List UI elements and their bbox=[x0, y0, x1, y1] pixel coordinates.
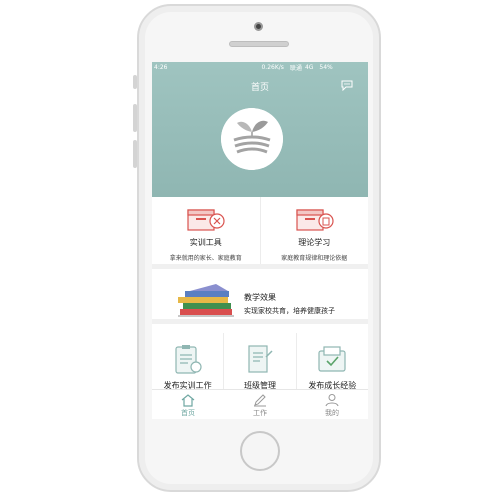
status-time: 4:26 bbox=[154, 63, 168, 71]
volume-up-button bbox=[133, 104, 137, 132]
status-speed: 0.26K/s bbox=[261, 63, 284, 71]
tool-label: 发布实训工作 bbox=[163, 381, 212, 389]
card-theory-study[interactable]: 理论学习 家庭教育规律和理论依据 bbox=[259, 197, 369, 264]
study-box-icon bbox=[295, 209, 334, 231]
card-subtitle: 家庭教育规律和理论依据 bbox=[281, 255, 348, 262]
bottom-tab-bar: 首页 工作 我的 bbox=[152, 389, 368, 419]
home-button[interactable] bbox=[240, 431, 280, 471]
header: 4:26 0.26K/s 联通 4G 54% 首页 bbox=[152, 62, 368, 197]
tool-class-management[interactable]: 班级管理 bbox=[223, 333, 295, 389]
status-carrier: 联通 bbox=[289, 64, 302, 72]
tool-shortcuts: 发布实训工作 班级管理 发布成长经验 bbox=[152, 333, 368, 389]
edit-icon bbox=[254, 394, 266, 407]
home-icon bbox=[181, 394, 195, 407]
card-title: 理论学习 bbox=[298, 238, 331, 247]
card-training-tools[interactable]: 实训工具 拿来就用的家长、家庭教育 bbox=[152, 197, 260, 264]
app-screen: 4:26 0.26K/s 联通 4G 54% 首页 实训工具 拿来就用的家长、家… bbox=[152, 62, 368, 419]
status-bar: 4:26 0.26K/s 联通 4G 54% bbox=[152, 62, 368, 72]
clipboard-edit-icon bbox=[175, 345, 202, 374]
tray-check-icon bbox=[318, 346, 346, 372]
page-title: 首页 bbox=[250, 83, 269, 93]
user-icon bbox=[325, 394, 339, 407]
toolbox-icon bbox=[187, 209, 225, 231]
tab-label: 我的 bbox=[325, 409, 339, 417]
mute-switch bbox=[133, 75, 137, 89]
books-stack-icon bbox=[178, 284, 234, 317]
effect-subtitle: 实现家校共育，培养健康孩子 bbox=[244, 307, 335, 315]
document-pen-icon bbox=[248, 345, 273, 373]
front-camera bbox=[254, 22, 263, 31]
tool-label: 班级管理 bbox=[243, 381, 276, 389]
volume-down-button bbox=[133, 140, 137, 168]
leaf-book-logo bbox=[221, 108, 283, 170]
feature-cards: 实训工具 拿来就用的家长、家庭教育 理论学习 家庭教育规律和理论依据 bbox=[152, 197, 368, 269]
status-battery: 54% bbox=[319, 63, 333, 71]
tool-publish-experience[interactable]: 发布成长经验 bbox=[295, 333, 368, 389]
teaching-effect-banner[interactable]: 教学效果 实现家校共育，培养健康孩子 bbox=[152, 274, 368, 324]
tab-label: 工作 bbox=[253, 409, 267, 417]
earpiece-speaker bbox=[229, 41, 289, 47]
card-subtitle: 拿来就用的家长、家庭教育 bbox=[169, 255, 242, 262]
status-network: 4G bbox=[304, 63, 314, 71]
tab-mine[interactable]: 我的 bbox=[296, 390, 368, 419]
tool-label: 发布成长经验 bbox=[308, 381, 357, 389]
card-title: 实训工具 bbox=[189, 238, 222, 247]
tab-label: 首页 bbox=[181, 409, 195, 417]
tab-home[interactable]: 首页 bbox=[152, 390, 224, 419]
chat-bubble-icon[interactable] bbox=[341, 80, 353, 91]
tab-work[interactable]: 工作 bbox=[224, 390, 296, 419]
effect-title: 教学效果 bbox=[244, 293, 276, 302]
tool-publish-training[interactable]: 发布实训工作 bbox=[152, 333, 223, 389]
